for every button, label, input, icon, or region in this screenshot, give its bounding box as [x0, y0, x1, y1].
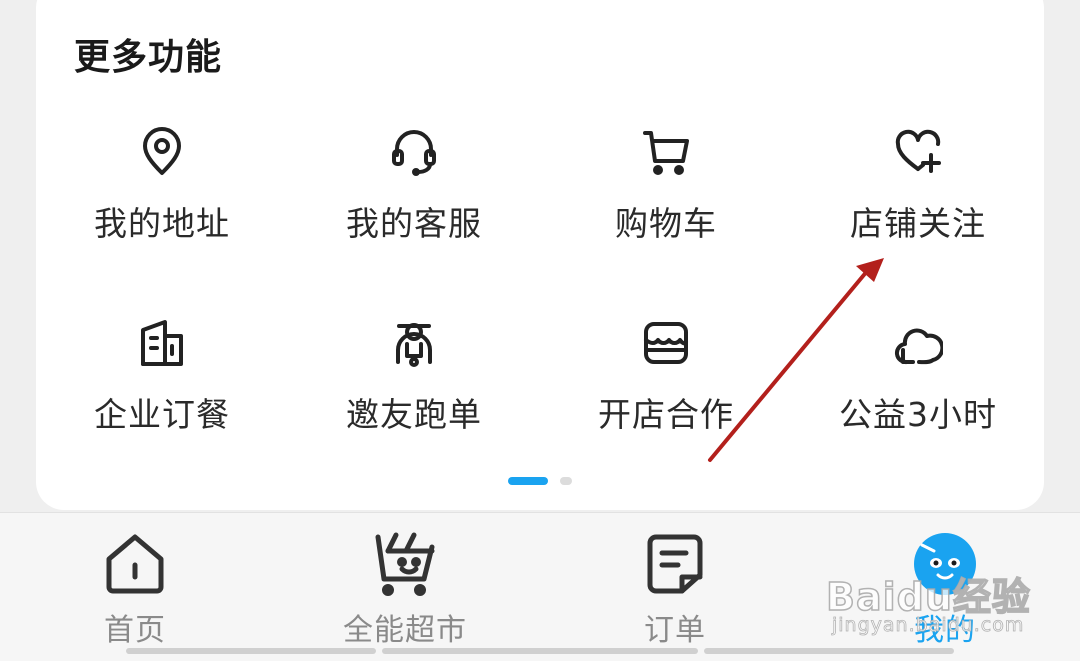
profile-mascot-icon [912, 531, 978, 597]
function-label: 我的地址 [94, 204, 230, 243]
function-label: 邀友跑单 [346, 395, 482, 434]
building-icon [137, 318, 187, 368]
bottom-tab-bar: 首页 全能超市 订单 我的 [0, 512, 1080, 661]
function-public-welfare[interactable]: 公益3小时 [792, 318, 1044, 468]
order-list-icon [642, 531, 708, 597]
tab-supermarket[interactable]: 全能超市 [270, 513, 540, 661]
function-label: 购物车 [615, 204, 717, 243]
gesture-bar-segment [704, 648, 954, 654]
location-pin-icon [137, 127, 187, 177]
tab-home[interactable]: 首页 [0, 513, 270, 661]
tab-mine[interactable]: 我的 [810, 513, 1080, 661]
function-label: 店铺关注 [850, 204, 986, 243]
page-indicator-dot-active[interactable] [508, 477, 548, 485]
function-enterprise-ordering[interactable]: 企业订餐 [36, 318, 288, 468]
gesture-bar-segment [382, 648, 698, 654]
heart-plus-icon [893, 127, 943, 177]
page-indicator-dot[interactable] [560, 477, 572, 485]
tab-label: 全能超市 [343, 613, 467, 648]
function-my-address[interactable]: 我的地址 [36, 127, 288, 277]
shopping-cart-icon [641, 127, 691, 177]
function-grid: 我的地址 我的客服 购物车 店铺关注 企业订餐 邀友跑单 开店合作 公益3小时 [36, 0, 1044, 510]
gesture-bar-segment [126, 648, 376, 654]
tab-orders[interactable]: 订单 [540, 513, 810, 661]
function-label: 开店合作 [598, 395, 734, 434]
function-label: 公益3小时 [839, 395, 997, 434]
function-shopping-cart[interactable]: 购物车 [540, 127, 792, 277]
function-store-partnership[interactable]: 开店合作 [540, 318, 792, 468]
headset-icon [389, 127, 439, 177]
more-functions-card: 更多功能 我的地址 我的客服 购物车 店铺关注 企业订餐 邀友跑单 开店合作 公… [36, 0, 1044, 510]
function-shop-follow[interactable]: 店铺关注 [792, 127, 1044, 277]
function-invite-rider[interactable]: 邀友跑单 [288, 318, 540, 468]
tab-label: 首页 [104, 613, 166, 648]
home-icon [102, 531, 168, 597]
function-label: 我的客服 [346, 204, 482, 243]
function-customer-service[interactable]: 我的客服 [288, 127, 540, 277]
tab-label: 我的 [914, 613, 976, 648]
function-label: 企业订餐 [94, 395, 230, 434]
supermarket-basket-icon [372, 531, 438, 597]
storefront-icon [641, 318, 691, 368]
scooter-rider-icon [389, 318, 439, 368]
tab-label: 订单 [644, 613, 706, 648]
cloud-icon [893, 318, 943, 368]
